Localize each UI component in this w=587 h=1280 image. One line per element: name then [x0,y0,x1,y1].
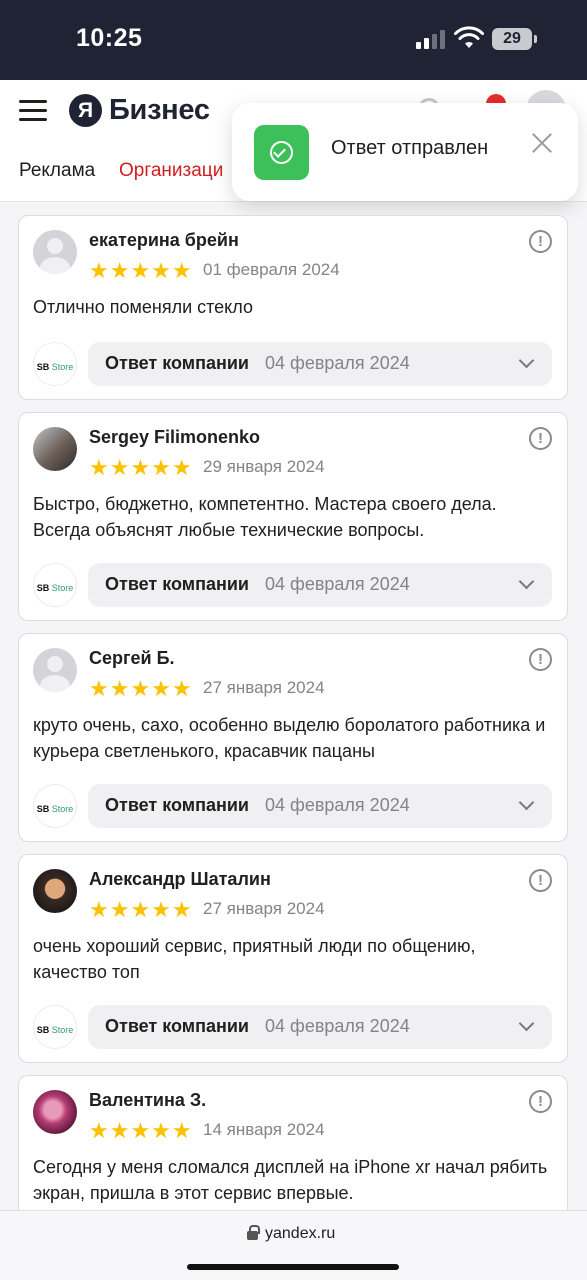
url-text[interactable]: yandex.ru [265,1225,335,1243]
review-date: 27 января 2024 [203,899,325,918]
rating-stars: ★★★★★ [89,897,193,922]
review-date: 29 января 2024 [203,457,325,476]
report-alert-icon[interactable]: ! [529,869,552,892]
review-text: очень хороший сервис, приятный люди по о… [33,936,476,982]
reply-label: Ответ компании [105,353,249,373]
reviewer-name: Сергей Б. [89,648,175,668]
close-icon[interactable] [530,131,554,155]
company-logo: SB Store [33,1005,77,1049]
company-logo: SB Store [33,563,77,607]
reviewer-avatar [33,230,77,274]
reviewer-name: Sergey Filimonenko [89,427,261,447]
chevron-down-icon [518,794,535,811]
reviewer-avatar [33,1090,77,1134]
chevron-down-icon [518,573,535,590]
chevron-down-icon [518,1015,535,1032]
report-alert-icon[interactable]: ! [529,648,552,671]
reply-date: 04 февраля 2024 [265,795,410,815]
tab-advertising[interactable]: Реклама [19,160,95,182]
reviewer-name: екатерина брейн [89,230,239,250]
review-card: екатерина брейн ★★★★★ 01 февраля 2024 ! … [18,215,568,400]
toast-message: Ответ отправлен [331,137,489,159]
company-reply-toggle[interactable]: Ответ компании 04 февраля 2024 [88,1005,552,1049]
review-date: 14 января 2024 [203,1120,325,1139]
wifi-icon [454,26,484,48]
toast-notification: Ответ отправлен [232,103,578,201]
report-alert-icon[interactable]: ! [529,1090,552,1113]
review-text: Сегодня у меня сломался дисплей на iPhon… [33,1157,548,1203]
review-text: Отлично поменяли стекло [33,297,253,317]
yandex-logo-icon[interactable]: Я [69,94,102,127]
hamburger-menu-icon[interactable] [19,100,47,122]
reviewer-name: Александр Шаталин [89,869,271,889]
reviewer-avatar [33,869,77,913]
logo-text[interactable]: Бизнес [109,94,210,127]
rating-stars: ★★★★★ [89,1118,193,1143]
cellular-signal-icon [416,30,445,49]
reply-label: Ответ компании [105,1016,249,1036]
chevron-down-icon [518,352,535,369]
reply-date: 04 февраля 2024 [265,353,410,373]
review-card: Сергей Б. ★★★★★ 27 января 2024 ! круто о… [18,633,568,842]
reviewer-name: Валентина З. [89,1090,207,1110]
company-reply-toggle[interactable]: Ответ компании 04 февраля 2024 [88,563,552,607]
browser-address-bar[interactable]: yandex.ru [0,1210,587,1280]
review-card: Александр Шаталин ★★★★★ 27 января 2024 !… [18,854,568,1063]
rating-stars: ★★★★★ [89,455,193,480]
company-reply-toggle[interactable]: Ответ компании 04 февраля 2024 [88,784,552,828]
rating-stars: ★★★★★ [89,676,193,701]
status-time: 10:25 [76,24,143,52]
review-date: 27 января 2024 [203,678,325,697]
review-date: 01 февраля 2024 [203,260,340,279]
review-card: Sergey Filimonenko ★★★★★ 29 января 2024 … [18,412,568,621]
reviewer-avatar [33,648,77,692]
review-text: круто очень, сахо, особенно выделю борол… [33,715,546,761]
reply-label: Ответ компании [105,795,249,815]
company-logo: SB Store [33,784,77,828]
reviewer-avatar [33,427,77,471]
rating-stars: ★★★★★ [89,258,193,283]
success-check-icon [254,125,309,180]
reply-date: 04 февраля 2024 [265,1016,410,1036]
home-indicator[interactable] [187,1264,399,1270]
company-logo: SB Store [33,342,77,386]
battery-icon: 29 [492,28,537,50]
reply-label: Ответ компании [105,574,249,594]
status-bar: 10:25 29 [0,0,587,80]
report-alert-icon[interactable]: ! [529,427,552,450]
company-reply-toggle[interactable]: Ответ компании 04 февраля 2024 [88,342,552,386]
tab-organizations[interactable]: Организаци [119,160,223,182]
reply-date: 04 февраля 2024 [265,574,410,594]
review-text: Быстро, бюджетно, компетентно. Мастера с… [33,494,497,540]
report-alert-icon[interactable]: ! [529,230,552,253]
lock-icon [247,1225,260,1240]
